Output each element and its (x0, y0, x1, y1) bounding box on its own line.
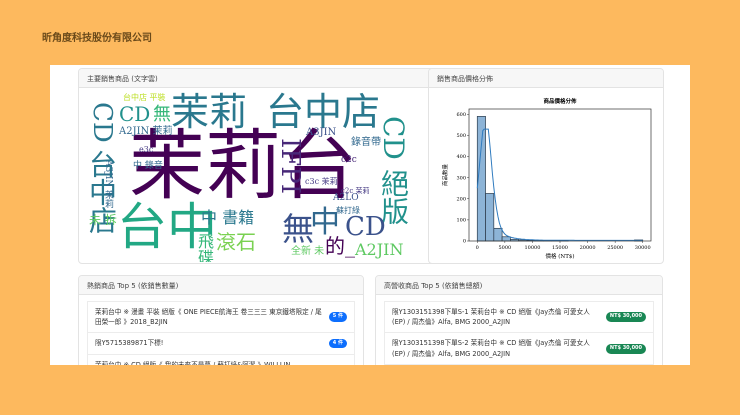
wordcloud-word: c2c (341, 155, 357, 165)
revenue-badge: NT$ 30,000 (605, 343, 646, 354)
y-tick-label: 0 (463, 239, 466, 245)
x-tick-label: 20000 (580, 245, 596, 251)
y-tick-label: 100 (456, 218, 466, 224)
y-tick-label: 500 (456, 133, 466, 139)
product-list-item[interactable]: 限Y1303151398下單S-1 茉莉台中 ※ CD 絕版《Jay杰倫 可愛女… (384, 301, 654, 334)
quantity-badge: 5 件 (328, 312, 347, 323)
wordcloud-word: 滾石 (216, 230, 256, 254)
y-tick-label: 600 (456, 112, 466, 118)
wordcloud-word: 台中店 (266, 90, 381, 134)
wordcloud-word: A2JIN (355, 240, 404, 259)
top-qty-title: 熱銷商品 Top 5 (依銷售數量) (79, 276, 363, 295)
wordcloud-word: 無 (277, 212, 315, 244)
wordcloud-word: 未 拆 (89, 213, 117, 227)
wordcloud-word: A3JIN (306, 127, 337, 138)
y-axis-label: 商品數量 (441, 164, 449, 187)
product-list-item[interactable]: 限Y1303151398下單S-2 茉莉台中 ※ CD 絕版《Jay杰倫 可愛女… (384, 332, 654, 365)
top-qty-card: 熱銷商品 Top 5 (依銷售數量) 茉莉台中 ※ 漫畫 平裝 絕版《 ONE … (78, 275, 364, 365)
wordcloud-card: 主要銷售商品 (文字雲) 茉莉台 台中 台中店 CD CD 無茉莉 台中店 A2JIN 茉莉 C… (78, 68, 442, 264)
product-name: 限Y1303151398下單S-2 茉莉台中 ※ CD 絕版《Jay杰倫 可愛女… (392, 339, 590, 358)
x-tick-label: 5000 (498, 245, 511, 251)
wordcloud-word: 茉莉 (171, 90, 248, 134)
y-tick-label: 200 (456, 196, 466, 202)
wordcloud-word: 無 (153, 104, 171, 125)
quantity-badge: 4 件 (328, 338, 347, 349)
chart-title: 商品價格分佈 (543, 97, 577, 105)
wordcloud-word: 飛碟 (195, 233, 214, 262)
product-list-item[interactable]: 限Y5715389871下標! 4 件 (87, 332, 355, 355)
wordcloud-word: 錄音帶 (351, 137, 381, 148)
y-tick-label: 300 (456, 175, 466, 181)
price-histogram: 商品價格分佈 0 5000 10000 15000 20000 25000 30000 0 100… (441, 97, 652, 260)
x-tick-label: 30000 (635, 245, 651, 251)
wordcloud-word: A2JIN 茉莉 (119, 126, 173, 137)
histogram-card: 銷售商品價格分佈 商品價格分佈 0 5000 10000 15000 20000 25000… (428, 68, 664, 264)
wordcloud-word: 中 書籍 (201, 208, 255, 227)
x-tick-label: 10000 (524, 245, 540, 251)
product-list-item[interactable]: 茉莉台中 ※ CD 絕版《 我的未來不是夢 / 蘇打綠&阿潔 》WILLLIN (87, 353, 355, 365)
product-name: 茉莉台中 ※ CD 絕版《 我的未來不是夢 / 蘇打綠&阿潔 》WILLLIN (95, 360, 291, 365)
kde-line (476, 128, 643, 241)
x-tick-label: 0 (476, 245, 479, 251)
x-axis-label: 價格 (NT$) (545, 252, 574, 260)
x-tick-label: 15000 (552, 245, 568, 251)
wordcloud-image: 茉莉台 台中 台中店 CD CD 無茉莉 台中店 A2JIN 茉莉 CD 絕版無中 CD A2JIN… (83, 90, 439, 262)
wordcloud-word: IFPI (275, 138, 305, 195)
wordcloud-word: 蘇打綠 (336, 206, 360, 215)
histogram-bar (485, 193, 495, 242)
histogram-bar (501, 236, 511, 242)
wordcloud-word: CD 絕版 (377, 116, 410, 225)
wordcloud-word: 茉莉台 (129, 121, 357, 210)
wordcloud-word: c3c 茉莉 (305, 177, 338, 186)
histogram-title: 銷售商品價格分佈 (429, 69, 663, 88)
product-name: 茉莉台中 ※ 漫畫 平裝 絕版《 ONE PIECE航海王 卷三三三 東京鐵塔限… (95, 308, 322, 327)
x-tick-label: 25000 (607, 245, 623, 251)
revenue-badge: NT$ 30,000 (605, 312, 646, 323)
product-list-item[interactable]: 茉莉台中 ※ 漫畫 平裝 絕版《 ONE PIECE航海王 卷三三三 東京鐵塔限… (87, 301, 355, 334)
plot-frame (468, 108, 652, 242)
y-tick-label: 400 (456, 154, 466, 160)
wordcloud-word: 的_ (325, 234, 355, 258)
wordcloud-word: CD (87, 102, 117, 143)
dashboard-panel: 主要銷售商品 (文字雲) 茉莉台 台中 台中店 CD CD 無茉莉 台中店 A2JIN 茉莉 C… (50, 65, 690, 365)
histogram-bar (493, 227, 503, 242)
wordcloud-word: 全新 未 (291, 246, 325, 257)
top-revenue-card: 高營收商品 Top 5 (依銷售總額) 限Y1303151398下單S-1 茉莉… (375, 275, 663, 365)
wordcloud-word: 台中店 平裝 (123, 93, 166, 102)
top-revenue-title: 高營收商品 Top 5 (依銷售總額) (376, 276, 662, 295)
product-name: 限Y1303151398下單S-1 茉莉台中 ※ CD 絕版《Jay杰倫 可愛女… (392, 308, 590, 327)
wordcloud-word: A2LO (333, 193, 359, 203)
wordcloud-word: CD (119, 102, 151, 126)
wordcloud-title: 主要銷售商品 (文字雲) (79, 69, 441, 88)
wordcloud-word: 中 錄音 (133, 161, 163, 171)
wordcloud-word: e3c (139, 145, 154, 154)
company-name: 昕角度科技股份有限公司 (42, 33, 152, 44)
product-name: 限Y5715389871下標! (95, 339, 164, 348)
wordcloud-word: A3JIN 茉莉 (103, 160, 113, 209)
